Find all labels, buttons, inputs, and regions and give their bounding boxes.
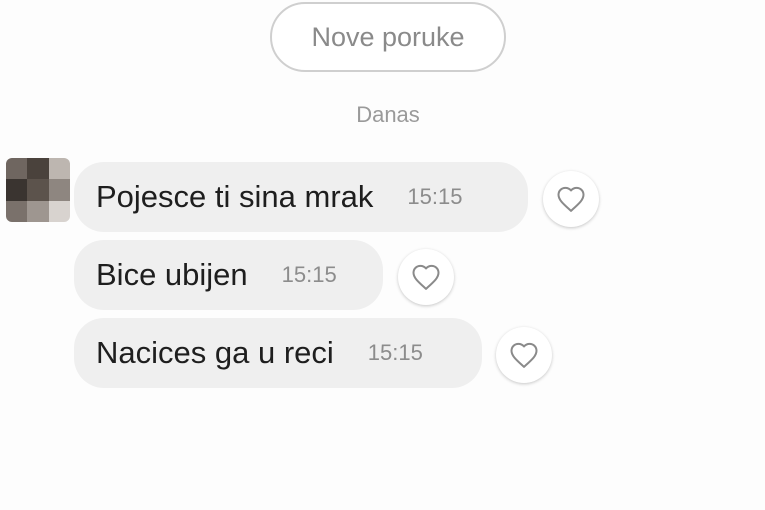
heart-icon	[412, 264, 440, 290]
like-button[interactable]	[543, 171, 599, 227]
message-bubble[interactable]: Nacices ga u reci 15:15	[74, 318, 482, 388]
date-separator: Danas	[356, 102, 420, 127]
message-text: Pojesce ti sina mrak	[96, 179, 374, 214]
message-timestamp: 15:15	[367, 340, 423, 365]
new-messages-label: Nove poruke	[311, 21, 465, 52]
message-timestamp: 15:15	[407, 184, 463, 209]
like-button[interactable]	[496, 327, 552, 383]
heart-icon	[510, 342, 538, 368]
new-messages-button[interactable]: Nove poruke	[270, 2, 506, 72]
message-text: Nacices ga u reci	[96, 335, 334, 370]
heart-icon	[557, 186, 585, 212]
sender-avatar[interactable]	[6, 158, 70, 222]
like-button[interactable]	[398, 249, 454, 305]
message-bubble[interactable]: Bice ubijen 15:15	[74, 240, 383, 310]
message-bubble[interactable]: Pojesce ti sina mrak 15:15	[74, 162, 528, 232]
message-text: Bice ubijen	[96, 257, 248, 292]
message-timestamp: 15:15	[281, 262, 337, 287]
